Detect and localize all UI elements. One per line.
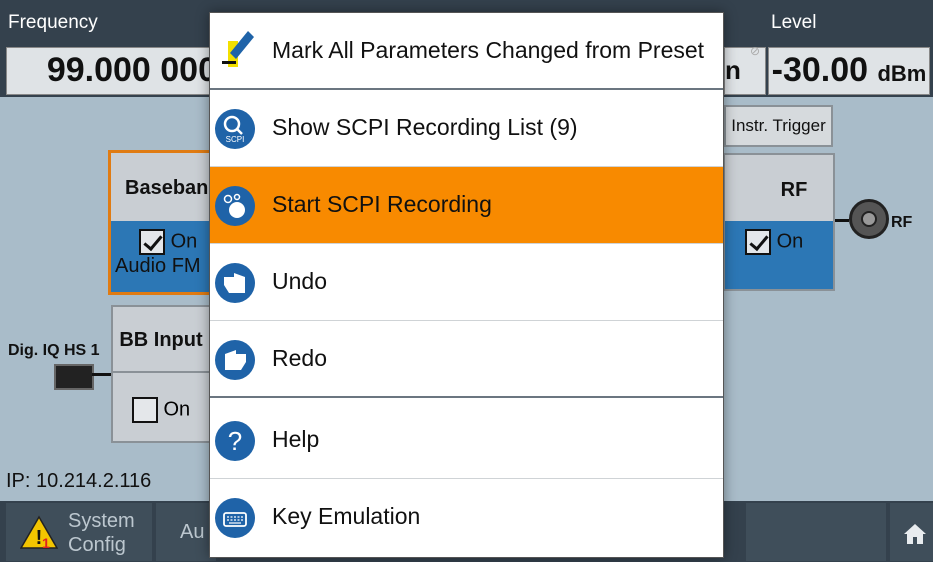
baseband-label: Baseban	[125, 177, 209, 199]
dig-iq-connector-icon[interactable]	[54, 364, 94, 390]
level-unit: dBm	[877, 61, 927, 86]
menu-label: Key Emulation	[272, 503, 421, 529]
menu-item-redo[interactable]: Redo	[210, 321, 723, 398]
lock-icon: ⊘	[750, 44, 761, 58]
help-icon: ?	[215, 421, 255, 461]
rf-checkbox[interactable]	[745, 229, 771, 255]
level-field[interactable]: -30.00 dBm	[768, 47, 930, 95]
menu-item-show-scpi-list[interactable]: SCPI Show SCPI Recording List (9)	[210, 90, 723, 167]
frequency-value: 99.000 000	[46, 51, 217, 89]
frequency-unit: n	[725, 55, 741, 85]
instr-trigger-button[interactable]: Instr. Trigger	[724, 105, 833, 147]
empty-softkey[interactable]	[746, 503, 886, 561]
rf-connector-label: RF	[891, 214, 913, 231]
rf-on-label: On	[776, 230, 804, 253]
menu-label: Mark All Parameters Changed from Preset	[272, 37, 705, 63]
rf-block[interactable]: RF On	[723, 153, 835, 291]
baseband-checkbox[interactable]	[139, 229, 165, 255]
menu-label: Help	[272, 426, 320, 452]
dig-iq-line	[92, 373, 111, 376]
menu-label: Start SCPI Recording	[272, 191, 492, 217]
undo-icon	[215, 263, 255, 303]
scpi-search-icon: SCPI	[215, 109, 255, 149]
bb-input-label: BB Input	[119, 329, 203, 351]
level-value: -30.00	[771, 51, 869, 89]
menu-label: Show SCPI Recording List (9)	[272, 114, 578, 140]
redo-icon	[215, 340, 255, 380]
menu-item-undo[interactable]: Undo	[210, 244, 723, 321]
menu-item-key-emulation[interactable]: Key Emulation	[210, 479, 723, 556]
frequency-field[interactable]: 99.000 000	[6, 47, 218, 95]
mark-pen-icon	[222, 31, 254, 67]
menu-label: Redo	[272, 345, 327, 371]
dig-iq-label: Dig. IQ HS 1	[8, 342, 100, 359]
bb-input-block[interactable]: BB Input On	[111, 305, 211, 443]
rf-connector-icon[interactable]	[849, 199, 889, 239]
baseband-block[interactable]: Baseban On Audio FM	[108, 150, 212, 295]
context-menu: Mark All Parameters Changed from Preset …	[209, 12, 724, 558]
system-config-line2: Config	[68, 534, 126, 556]
frequency-label: Frequency	[8, 12, 98, 33]
bb-input-on-label: On	[163, 398, 191, 421]
keyboard-icon	[215, 498, 255, 538]
baseband-on-label: On	[170, 230, 198, 253]
rf-line	[835, 219, 849, 222]
record-icon	[215, 186, 255, 226]
instr-trigger-label: Instr. Trigger	[731, 116, 826, 135]
menu-item-help[interactable]: ? Help	[210, 402, 723, 479]
menu-item-mark-all-parameters[interactable]: Mark All Parameters Changed from Preset	[210, 13, 723, 90]
audio-softkey-label: Au	[180, 521, 205, 543]
home-icon	[904, 524, 926, 544]
warning-icon: !	[20, 515, 58, 549]
warning-count: 1	[42, 535, 50, 551]
rf-label: RF	[780, 179, 808, 201]
menu-label: Undo	[272, 268, 327, 294]
menu-item-start-scpi-recording[interactable]: Start SCPI Recording	[210, 167, 723, 244]
ip-status: IP: 10.214.2.116	[6, 470, 152, 492]
baseband-sub-label: Audio FM	[115, 255, 201, 277]
home-button[interactable]	[890, 503, 933, 561]
audio-softkey[interactable]: Au	[156, 503, 216, 561]
system-config-button[interactable]: ! 1 System Config	[6, 503, 152, 561]
bb-input-checkbox[interactable]	[131, 397, 158, 423]
level-label: Level	[771, 12, 817, 33]
system-config-line1: System	[68, 510, 135, 532]
svg-text:SCPI: SCPI	[226, 135, 245, 144]
